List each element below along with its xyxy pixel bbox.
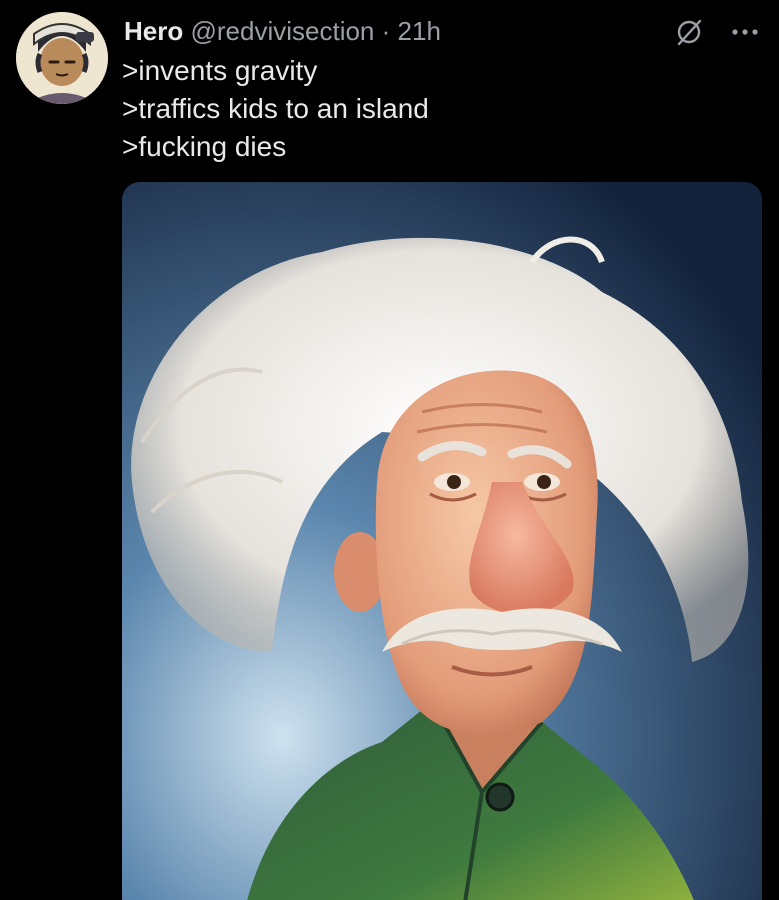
header-separator: · <box>381 16 391 46</box>
user-handle[interactable]: @redvivisection <box>190 16 374 46</box>
tweet[interactable]: Hero @redvivisection · 21h >invents grav… <box>0 0 779 900</box>
tweet-actions <box>671 14 763 50</box>
display-name[interactable]: Hero <box>124 16 183 46</box>
tweet-text-line: >invents gravity <box>122 55 318 86</box>
tweet-text-line: >traffics kids to an island <box>122 93 429 124</box>
grok-slash-circle-icon[interactable] <box>671 14 707 50</box>
tweet-media-image[interactable] <box>122 182 762 900</box>
tweet-header: Hero @redvivisection · 21h <box>124 14 441 48</box>
timestamp[interactable]: 21h <box>398 16 441 46</box>
cartoon-avatar-icon <box>16 12 108 104</box>
avatar[interactable] <box>16 12 108 104</box>
more-dots-icon[interactable] <box>727 14 763 50</box>
tweet-text: >invents gravity >traffics kids to an is… <box>122 52 429 166</box>
tweet-text-line: >fucking dies <box>122 131 287 162</box>
caricature-portrait <box>122 182 762 900</box>
